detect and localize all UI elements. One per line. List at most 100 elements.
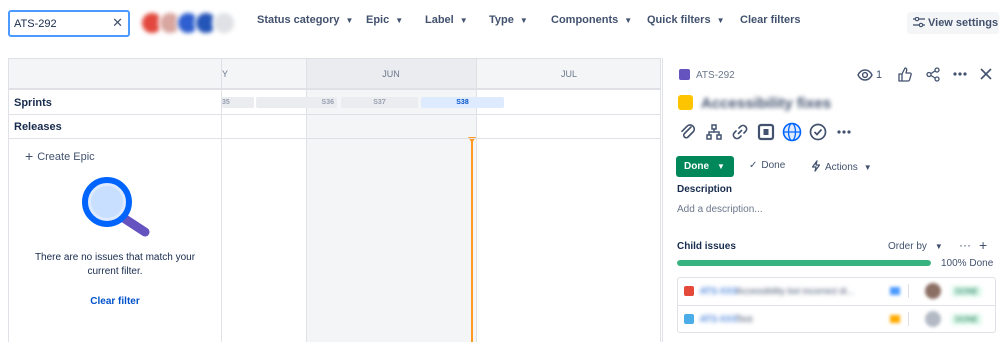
releases-row-label: Releases <box>14 121 62 133</box>
close-icon[interactable]: ✕ <box>112 15 123 31</box>
type-filter[interactable]: Type ▼ <box>489 14 528 32</box>
avatar[interactable] <box>212 11 236 35</box>
quick-filters[interactable]: Quick filters ▼ <box>647 14 725 32</box>
issue-color-swatch[interactable] <box>678 95 693 110</box>
clear-filters-label: Clear filters <box>740 14 801 26</box>
description-heading: Description <box>677 184 733 195</box>
timeline-sidebar: Sprints Releases + Create Epic There are … <box>9 59 222 342</box>
issue-title[interactable]: Accessibility fixes <box>701 95 831 112</box>
share-icon[interactable] <box>926 67 940 82</box>
chevron-down-icon: ▼ <box>395 16 404 25</box>
plus-icon[interactable]: + <box>979 237 987 253</box>
issue-detail-panel: ATS-292 1 Accessibility fixes Done ▼ ✓ Don… <box>662 58 999 342</box>
globe-app-icon[interactable] <box>781 121 803 143</box>
resolution-indicator: ✓ Done <box>749 160 785 171</box>
timeline-sidebar-header <box>9 59 221 89</box>
chevron-down-icon: ▼ <box>459 16 468 25</box>
child-issue-key[interactable]: ATS-XXX <box>700 286 738 296</box>
row-divider <box>9 89 660 90</box>
more-horizontal-icon[interactable] <box>953 72 967 76</box>
child-progress-bar <box>677 260 931 266</box>
month-header-may: Y <box>222 59 306 89</box>
task-icon <box>684 314 694 324</box>
watch-count: 1 <box>876 69 883 81</box>
view-settings-label: View settings <box>928 17 999 29</box>
sprint-bar-active[interactable]: S38 <box>421 97 504 108</box>
search-field[interactable]: ✕ <box>8 10 130 37</box>
status-category-label: Status category <box>257 14 340 26</box>
order-by-label: Order by <box>888 241 927 252</box>
divider <box>908 312 909 326</box>
create-epic-label: Create Epic <box>37 151 95 163</box>
more-horizontal-icon[interactable] <box>833 121 855 143</box>
row-divider <box>9 114 660 115</box>
child-progress-fill <box>677 260 931 266</box>
child-issue-key[interactable]: ATS-XXX <box>700 314 738 324</box>
plus-icon: + <box>25 148 34 164</box>
progress-text: 100% Done <box>941 258 994 269</box>
month-header-jul: JUL <box>476 59 660 89</box>
close-icon[interactable] <box>980 68 992 80</box>
thumbs-up-icon[interactable] <box>898 67 912 82</box>
magnifier-illustration-icon <box>82 177 150 237</box>
actions-dropdown-button[interactable]: Actions ▼ <box>811 160 872 173</box>
child-issue-row[interactable]: ATS-XXX Accessibility bot incorrect di..… <box>678 278 995 305</box>
components-filter[interactable]: Components ▼ <box>551 14 632 32</box>
sprint-bar[interactable]: S37 <box>341 97 418 108</box>
filter-bar: ✕ Status category ▼ Epic ▼ Label ▼ Type ▼ Co… <box>0 0 999 46</box>
order-by-dropdown[interactable]: Order by ▼ <box>888 241 943 252</box>
avatar[interactable] <box>925 311 941 327</box>
app-square-icon[interactable] <box>755 121 777 143</box>
status-category-filter[interactable]: Status category ▼ <box>257 14 353 32</box>
sprint-bar[interactable]: S36 <box>256 97 337 108</box>
child-issue-icon[interactable] <box>703 121 725 143</box>
link-icon[interactable] <box>729 121 751 143</box>
chevron-down-icon: ▼ <box>624 16 633 25</box>
issue-key-link[interactable]: ATS-292 <box>679 69 735 81</box>
label-label: Label <box>425 14 454 26</box>
child-issue-row[interactable]: ATS-XXX Test DONE <box>678 305 995 332</box>
components-label: Components <box>551 14 619 26</box>
epic-filter[interactable]: Epic ▼ <box>366 14 403 32</box>
description-input[interactable]: Add a description... <box>677 204 763 215</box>
chevron-down-icon: ▼ <box>717 162 725 171</box>
avatar[interactable] <box>925 283 941 299</box>
label-filter[interactable]: Label ▼ <box>425 14 468 32</box>
resolution-label: Done <box>761 160 786 171</box>
view-settings-button[interactable]: View settings <box>907 12 999 34</box>
attachment-icon[interactable] <box>677 121 699 143</box>
chevron-down-icon: ▼ <box>345 16 354 25</box>
timeline: Y JUN JUL 35 S36 S37 S38 Sprints Release… <box>8 58 661 342</box>
epic-icon <box>679 69 690 80</box>
divider <box>908 284 909 298</box>
month-header-jun: JUN <box>306 59 476 89</box>
eye-icon[interactable] <box>857 67 873 83</box>
search-input[interactable] <box>14 16 106 32</box>
chevron-down-icon: ▼ <box>519 16 528 25</box>
status-badge[interactable]: DONE <box>951 314 983 325</box>
priority-icon <box>890 287 900 295</box>
clear-filter-link[interactable]: Clear filter <box>9 296 221 307</box>
chevron-down-icon: ▼ <box>934 242 943 251</box>
status-dropdown-button[interactable]: Done ▼ <box>676 156 734 177</box>
check-circle-icon[interactable] <box>807 121 829 143</box>
type-label: Type <box>489 14 514 26</box>
avatar-group[interactable] <box>140 11 240 35</box>
actions-label: Actions <box>825 162 858 173</box>
row-divider <box>9 138 660 139</box>
bug-icon <box>684 286 694 296</box>
clear-filters-button[interactable]: Clear filters <box>740 14 801 32</box>
current-month-band <box>306 89 476 342</box>
timeline-grid: Y JUN JUL 35 S36 S37 S38 <box>222 59 660 342</box>
child-issue-list: ATS-XXX Accessibility bot incorrect di..… <box>677 277 996 333</box>
more-horizontal-icon[interactable]: ··· <box>959 238 971 252</box>
create-epic-button[interactable]: + Create Epic <box>25 148 95 164</box>
today-line <box>471 139 473 342</box>
issue-key-text: ATS-292 <box>696 70 735 81</box>
priority-icon <box>890 315 900 323</box>
child-issues-heading: Child issues <box>677 241 736 252</box>
sprint-bar[interactable]: 35 <box>222 97 254 108</box>
chevron-down-icon: ▼ <box>716 16 725 25</box>
status-badge[interactable]: DONE <box>951 286 983 297</box>
chevron-down-icon: ▼ <box>863 163 872 172</box>
